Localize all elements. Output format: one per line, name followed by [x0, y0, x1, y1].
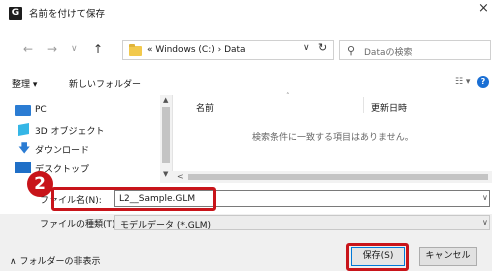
column-header-name[interactable]: 名前	[196, 101, 214, 114]
filetype-select[interactable]: モデルデータ (*.GLM) ∨	[114, 215, 490, 231]
app-icon: G	[9, 7, 22, 20]
sidebar-item-label: 3D オブジェクト	[35, 127, 105, 137]
sort-indicator-icon: ˄	[286, 92, 290, 100]
close-icon[interactable]: ×	[478, 1, 489, 16]
filename-highlight-frame	[51, 187, 216, 211]
3d-objects-icon	[18, 123, 29, 136]
save-button-highlight-frame	[346, 243, 409, 271]
column-header-date[interactable]: 更新日時	[371, 101, 407, 114]
filename-dropdown-icon[interactable]: ∨	[482, 193, 488, 202]
window-title: 名前を付けて保存	[29, 9, 106, 20]
column-separator[interactable]	[363, 97, 364, 113]
search-box[interactable]: ⚲ Dataの検索	[339, 40, 491, 60]
filetype-row: ファイルの種類(T): モデルデータ (*.GLM) ∨	[0, 214, 492, 232]
new-folder-button[interactable]: 新しいフォルダー	[69, 77, 141, 90]
navigation-scrollbar[interactable]: ▲ ▼	[160, 95, 172, 183]
dialog-footer: ∧ フォルダーの非表示 保存(S) キャンセル	[0, 232, 492, 271]
scrollbar-thumb[interactable]	[188, 174, 488, 180]
sidebar-item-label: ダウンロード	[35, 146, 90, 156]
forward-arrow-icon[interactable]: →	[47, 42, 57, 56]
step-number-badge: 2	[27, 171, 53, 197]
scrollbar-thumb[interactable]	[162, 107, 170, 163]
navigation-pane: PC 3D オブジェクト 🡇 ダウンロード デスクトップ	[12, 95, 172, 183]
search-icon: ⚲	[347, 44, 356, 57]
scroll-left-icon[interactable]: <	[177, 172, 184, 181]
filetype-label: ファイルの種類(T):	[40, 220, 119, 230]
filetype-dropdown-icon: ∨	[482, 218, 488, 227]
command-toolbar: 整理 ▾ 新しいフォルダー	[0, 72, 492, 92]
refresh-icon[interactable]: ↻	[318, 41, 327, 54]
pane-divider[interactable]	[172, 95, 173, 183]
scroll-up-icon[interactable]: ▲	[163, 96, 168, 104]
filetype-value: モデルデータ (*.GLM)	[120, 221, 211, 231]
hide-folders-toggle[interactable]: ∧ フォルダーの非表示	[10, 254, 100, 267]
sidebar-item-label: PC	[35, 105, 47, 115]
cancel-button[interactable]: キャンセル	[419, 247, 477, 266]
save-as-dialog: G 名前を付けて保存 × ← → ∨ ↑ « Windows (C:) › Da…	[0, 0, 492, 271]
computer-icon	[15, 105, 31, 116]
horizontal-scrollbar[interactable]: <	[172, 171, 492, 183]
address-path: « Windows (C:) › Data	[147, 45, 246, 55]
scroll-down-icon[interactable]: ▼	[163, 170, 168, 178]
folder-icon	[129, 44, 142, 56]
sidebar-item-pc[interactable]: PC	[12, 103, 160, 119]
desktop-icon	[15, 162, 31, 173]
address-dropdown-icon[interactable]: ∨	[303, 43, 310, 53]
sidebar-item-downloads[interactable]: 🡇 ダウンロード	[12, 141, 160, 157]
sidebar-item-3d-objects[interactable]: 3D オブジェクト	[12, 122, 160, 138]
search-placeholder: Dataの検索	[364, 48, 413, 58]
download-icon: 🡇	[18, 141, 31, 155]
back-arrow-icon[interactable]: ←	[23, 42, 33, 56]
view-options-icon[interactable]: ☷ ▾	[455, 77, 470, 87]
organize-menu[interactable]: 整理 ▾	[12, 77, 37, 90]
recent-locations-icon[interactable]: ∨	[71, 44, 78, 54]
empty-result-message: 検索条件に一致する項目はありません。	[252, 133, 414, 143]
up-arrow-icon[interactable]: ↑	[93, 42, 103, 56]
title-bar: G 名前を付けて保存 ×	[0, 0, 492, 26]
help-icon[interactable]: ?	[477, 76, 489, 88]
